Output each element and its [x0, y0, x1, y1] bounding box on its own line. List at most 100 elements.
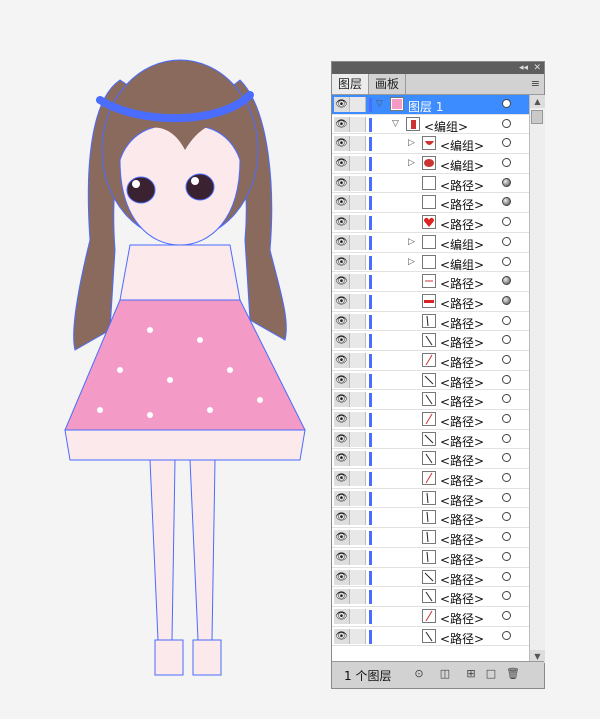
- lock-toggle[interactable]: [350, 431, 366, 447]
- layer-row[interactable]: 👁 <路径>: [332, 430, 529, 450]
- layer-row[interactable]: 👁 ▷ <编组>: [332, 233, 529, 253]
- visibility-eye-icon[interactable]: 👁: [334, 293, 350, 309]
- lock-toggle[interactable]: [350, 333, 366, 349]
- layer-name[interactable]: <路径>: [440, 315, 484, 332]
- lock-toggle[interactable]: [350, 628, 366, 644]
- target-circle-icon[interactable]: [502, 197, 511, 207]
- target-circle-icon[interactable]: [502, 532, 511, 542]
- target-circle-icon[interactable]: [502, 118, 511, 128]
- visibility-eye-icon[interactable]: 👁: [334, 589, 350, 605]
- layer-name[interactable]: <路径>: [440, 196, 484, 213]
- layer-row[interactable]: 👁 ▷ <编组>: [332, 253, 529, 273]
- target-circle-icon[interactable]: [502, 295, 511, 305]
- layer-row[interactable]: 👁 <路径>: [332, 528, 529, 548]
- target-circle-icon[interactable]: [502, 315, 511, 325]
- target-circle-icon[interactable]: [502, 433, 511, 443]
- layer-name[interactable]: <路径>: [440, 551, 484, 568]
- layer-row[interactable]: 👁 <路径>: [332, 292, 529, 312]
- target-circle-icon[interactable]: [502, 492, 511, 502]
- target-circle-icon[interactable]: [502, 335, 511, 345]
- visibility-eye-icon[interactable]: 👁: [334, 510, 350, 526]
- lock-toggle[interactable]: [350, 156, 366, 172]
- target-circle-icon[interactable]: [502, 414, 511, 423]
- layer-name[interactable]: <编组>: [424, 118, 468, 135]
- target-circle-icon[interactable]: [502, 394, 511, 404]
- visibility-eye-icon[interactable]: 👁: [334, 254, 350, 270]
- close-panel-button[interactable]: ✕: [533, 62, 541, 74]
- layer-name[interactable]: <路径>: [440, 433, 484, 450]
- layer-name[interactable]: <路径>: [440, 531, 484, 548]
- lock-toggle[interactable]: [350, 254, 366, 270]
- visibility-eye-icon[interactable]: 👁: [334, 392, 350, 408]
- layer-row[interactable]: 👁 <路径>: [332, 607, 529, 627]
- collapse-panel-button[interactable]: ◂◂: [519, 62, 528, 74]
- lock-toggle[interactable]: [350, 215, 366, 231]
- layer-row[interactable]: 👁 <路径>: [332, 272, 529, 292]
- locate-object-icon[interactable]: ⊙: [412, 667, 426, 681]
- lock-toggle[interactable]: [350, 175, 366, 191]
- visibility-eye-icon[interactable]: 👁: [334, 97, 350, 112]
- layer-name[interactable]: <路径>: [440, 492, 484, 509]
- expand-open-icon[interactable]: ▽: [392, 119, 399, 129]
- lock-toggle[interactable]: [350, 451, 366, 467]
- lock-toggle[interactable]: [350, 589, 366, 605]
- lock-toggle[interactable]: [350, 490, 366, 506]
- panel-menu-icon[interactable]: ≡: [531, 77, 540, 90]
- make-clipping-mask-icon[interactable]: ◫: [438, 667, 452, 681]
- visibility-eye-icon[interactable]: 👁: [334, 490, 350, 506]
- visibility-eye-icon[interactable]: 👁: [334, 136, 350, 152]
- visibility-eye-icon[interactable]: 👁: [334, 175, 350, 191]
- lock-toggle[interactable]: [350, 510, 366, 526]
- target-circle-icon[interactable]: [502, 374, 511, 384]
- layer-row[interactable]: 👁 <路径>: [332, 508, 529, 529]
- layer-name[interactable]: <路径>: [440, 590, 484, 607]
- layer-name[interactable]: <路径>: [440, 571, 484, 588]
- expand-closed-icon[interactable]: ▷: [408, 237, 415, 247]
- layer-name[interactable]: <路径>: [440, 275, 484, 292]
- layer-name[interactable]: <路径>: [440, 334, 484, 351]
- visibility-eye-icon[interactable]: 👁: [334, 274, 350, 290]
- expand-closed-icon[interactable]: ▷: [408, 257, 415, 267]
- target-circle-icon[interactable]: [502, 177, 511, 187]
- target-circle-icon[interactable]: [502, 138, 511, 148]
- visibility-eye-icon[interactable]: 👁: [334, 431, 350, 447]
- lock-toggle[interactable]: [350, 392, 366, 408]
- visibility-eye-icon[interactable]: 👁: [334, 313, 350, 329]
- layer-row[interactable]: 👁 <路径>: [332, 371, 529, 391]
- layer-row[interactable]: 👁 ▷ <编组>: [332, 154, 529, 174]
- lock-toggle[interactable]: [350, 352, 366, 368]
- visibility-eye-icon[interactable]: 👁: [334, 471, 350, 487]
- target-circle-icon[interactable]: [502, 217, 511, 227]
- lock-toggle[interactable]: [350, 274, 366, 290]
- visibility-eye-icon[interactable]: 👁: [334, 628, 350, 644]
- lock-toggle[interactable]: [350, 313, 366, 329]
- layers-scrollbar[interactable]: ▲ ▼: [529, 95, 545, 663]
- expand-open-icon[interactable]: ▽: [376, 99, 383, 109]
- lock-toggle[interactable]: [350, 569, 366, 585]
- layer-row[interactable]: 👁 <路径>: [332, 390, 529, 410]
- layer-name[interactable]: <路径>: [440, 413, 484, 430]
- lock-toggle[interactable]: [350, 549, 366, 565]
- layer-row[interactable]: 👁 <路径>: [332, 489, 529, 509]
- lock-toggle[interactable]: [350, 195, 366, 211]
- visibility-eye-icon[interactable]: 👁: [334, 569, 350, 585]
- layer-row[interactable]: 👁 ▷ <编组>: [332, 134, 529, 155]
- layer-name[interactable]: <路径>: [440, 472, 484, 489]
- target-circle-icon[interactable]: [502, 473, 511, 483]
- layer-name[interactable]: <编组>: [440, 256, 484, 273]
- lock-toggle[interactable]: [350, 136, 366, 152]
- expand-closed-icon[interactable]: ▷: [408, 138, 415, 148]
- lock-toggle[interactable]: [350, 471, 366, 487]
- tab-artboards[interactable]: 画板: [369, 74, 407, 94]
- visibility-eye-icon[interactable]: 👁: [334, 412, 350, 427]
- visibility-eye-icon[interactable]: 👁: [334, 530, 350, 546]
- target-circle-icon[interactable]: [502, 158, 511, 168]
- lock-toggle[interactable]: [350, 116, 366, 132]
- visibility-eye-icon[interactable]: 👁: [334, 608, 350, 624]
- layer-name[interactable]: <路径>: [440, 393, 484, 410]
- layer-row[interactable]: 👁 <路径>: [332, 351, 529, 371]
- lock-toggle[interactable]: [350, 530, 366, 546]
- lock-toggle[interactable]: [350, 608, 366, 624]
- layer-name[interactable]: <编组>: [440, 137, 484, 154]
- layer-name[interactable]: <路径>: [440, 610, 484, 627]
